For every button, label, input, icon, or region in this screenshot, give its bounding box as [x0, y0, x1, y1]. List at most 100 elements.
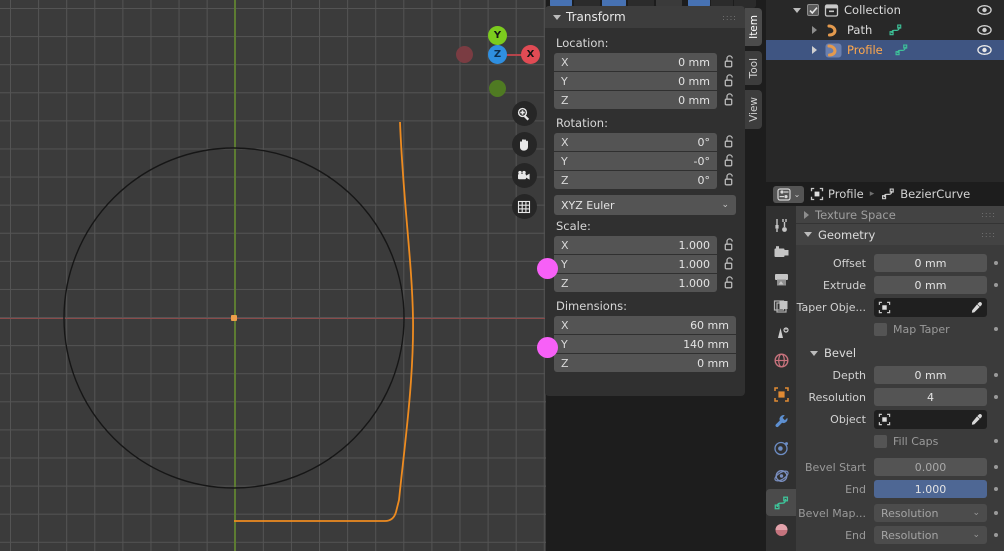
location-x-field[interactable]: X 0 mm [554, 53, 717, 71]
panel-texture-space[interactable]: Texture Space :::: [796, 206, 1004, 223]
row-extrude[interactable]: Extrude 0 mm [796, 275, 1004, 295]
animate-property-dot[interactable] [994, 395, 998, 399]
gizmo-axis-x[interactable]: X [521, 45, 540, 64]
animate-property-dot[interactable] [994, 465, 998, 469]
lock-open-icon[interactable] [723, 54, 736, 70]
dimensions-z-field[interactable]: Z 0 mm [554, 354, 736, 372]
outliner[interactable]: Collection Path Profile [766, 0, 1004, 182]
visibility-eye-icon[interactable] [977, 43, 992, 57]
properties-tab-object-data[interactable] [766, 489, 796, 516]
tab-tool[interactable]: Tool [745, 50, 762, 86]
transform-panel-header[interactable]: Transform :::: [545, 6, 745, 28]
outliner-row-path[interactable]: Path [766, 20, 1004, 40]
chevron-down-icon[interactable] [810, 350, 818, 356]
editor-type-selector[interactable]: ⌄ [773, 185, 804, 203]
row-taper-object[interactable]: Taper Obje... [796, 297, 1004, 317]
scale-fields[interactable]: X 1.000 Y 1.000 Z 1.000 [554, 236, 736, 292]
fill-caps-checkbox[interactable] [874, 434, 887, 448]
animate-property-dot[interactable] [994, 261, 998, 265]
animate-property-dot[interactable] [994, 439, 998, 443]
location-y-row[interactable]: Y 0 mm [554, 72, 736, 90]
tab-view[interactable]: View [745, 90, 762, 130]
map-taper-checkbox[interactable] [874, 322, 887, 336]
breadcrumb-object[interactable]: Profile [810, 187, 864, 201]
location-y-field[interactable]: Y 0 mm [554, 72, 717, 90]
eyedropper-icon[interactable] [970, 301, 983, 314]
curve-data-icon[interactable] [888, 23, 903, 37]
row-bevel-mapping-start[interactable]: Bevel Map... Resolution ⌄ [796, 503, 1004, 523]
bevel-mapping-end-dropdown[interactable]: Resolution ⌄ [874, 526, 987, 544]
outliner-row-collection[interactable]: Collection [766, 0, 1004, 20]
location-fields[interactable]: X 0 mm Y 0 mm Z 0 mm [554, 53, 736, 109]
dimensions-x-row[interactable]: X 60 mm [554, 316, 736, 334]
lock-open-icon[interactable] [723, 172, 736, 188]
scale-y-field[interactable]: Y 1.000 [554, 255, 717, 273]
row-offset[interactable]: Offset 0 mm [796, 253, 1004, 273]
properties-content[interactable]: Texture Space :::: Geometry :::: Offset … [796, 206, 1004, 551]
resolution-field[interactable]: 4 [874, 388, 987, 406]
depth-field[interactable]: 0 mm [874, 366, 987, 384]
lock-open-icon[interactable] [723, 256, 736, 272]
animate-property-dot[interactable] [994, 327, 998, 331]
rotation-z-row[interactable]: Z 0° [554, 171, 736, 189]
scale-y-row[interactable]: Y 1.000 [554, 255, 736, 273]
chevron-down-icon[interactable] [553, 14, 561, 20]
animate-property-dot[interactable] [994, 487, 998, 491]
gizmo-axis-z[interactable]: Z [488, 45, 507, 64]
navigation-gizmo[interactable]: Y Z X [455, 12, 541, 98]
properties-tab-particles[interactable] [766, 435, 796, 462]
rotation-x-field[interactable]: X 0° [554, 133, 717, 151]
chevron-down-icon[interactable] [804, 232, 812, 237]
location-z-row[interactable]: Z 0 mm [554, 91, 736, 109]
gizmo-axis-neg-y[interactable] [489, 80, 506, 97]
properties-editor[interactable]: ⌄ Profile ▸ BezierCurve Texture Space::… [766, 182, 1004, 551]
disclosure-triangle-icon[interactable] [812, 46, 817, 54]
offset-field[interactable]: 0 mm [874, 254, 987, 272]
subpanel-bevel[interactable]: Bevel [796, 341, 1004, 363]
row-bevel-depth[interactable]: Depth 0 mm [796, 365, 1004, 385]
rotation-y-row[interactable]: Y -0° [554, 152, 736, 170]
dimensions-y-row[interactable]: Y 140 mm [554, 335, 736, 353]
animate-property-dot[interactable] [994, 283, 998, 287]
location-x-row[interactable]: X 0 mm [554, 53, 736, 71]
3d-viewport[interactable]: Y Z X [0, 0, 546, 551]
toggle-ortho-button[interactable] [510, 191, 538, 222]
outliner-row-profile[interactable]: Profile [766, 40, 1004, 60]
rotation-fields[interactable]: X 0° Y -0° Z 0° [554, 133, 736, 189]
bevel-start-field[interactable]: 0.000 [874, 458, 987, 476]
lock-open-icon[interactable] [723, 73, 736, 89]
dimensions-y-field[interactable]: Y 140 mm [554, 335, 736, 353]
gizmo-axis-y[interactable]: Y [488, 26, 507, 45]
curve-data-icon[interactable] [894, 43, 909, 57]
panel-geometry[interactable]: Geometry :::: [796, 223, 1004, 245]
row-bevel-start[interactable]: Bevel Start 0.000 [796, 457, 1004, 477]
visibility-eye-icon[interactable] [977, 3, 992, 17]
row-fill-caps[interactable]: Fill Caps [796, 431, 1004, 451]
properties-tab-column[interactable] [766, 206, 796, 551]
lock-open-icon[interactable] [723, 237, 736, 253]
sidebar-tabs[interactable]: Item Tool View [745, 8, 763, 134]
scale-z-field[interactable]: Z 1.000 [554, 274, 717, 292]
visibility-eye-icon[interactable] [977, 23, 992, 37]
pan-button[interactable] [510, 129, 538, 160]
animate-property-dot[interactable] [994, 533, 998, 537]
viewport-tool-column[interactable] [510, 98, 538, 222]
row-bevel-end[interactable]: End 1.000 [796, 479, 1004, 499]
properties-tab-object[interactable] [766, 381, 796, 408]
properties-tab-modifiers[interactable] [766, 408, 796, 435]
scale-x-field[interactable]: X 1.000 [554, 236, 717, 254]
row-bevel-object[interactable]: Object [796, 409, 1004, 429]
extrude-field[interactable]: 0 mm [874, 276, 987, 294]
bevel-object-field[interactable] [874, 409, 987, 429]
properties-tab-world[interactable] [766, 347, 796, 374]
chevron-right-icon[interactable] [804, 210, 809, 219]
bevel-end-field[interactable]: 1.000 [874, 480, 987, 498]
row-bevel-mapping-end[interactable]: End Resolution ⌄ [796, 525, 1004, 545]
disclosure-triangle-icon[interactable] [812, 26, 817, 34]
transform-sidebar[interactable]: Transform :::: Location: X 0 mm Y 0 mm Z… [545, 6, 745, 396]
lock-open-icon[interactable] [723, 153, 736, 169]
eyedropper-icon[interactable] [970, 413, 983, 426]
location-z-field[interactable]: Z 0 mm [554, 91, 717, 109]
rotation-y-field[interactable]: Y -0° [554, 152, 717, 170]
row-map-taper[interactable]: Map Taper [796, 319, 1004, 339]
